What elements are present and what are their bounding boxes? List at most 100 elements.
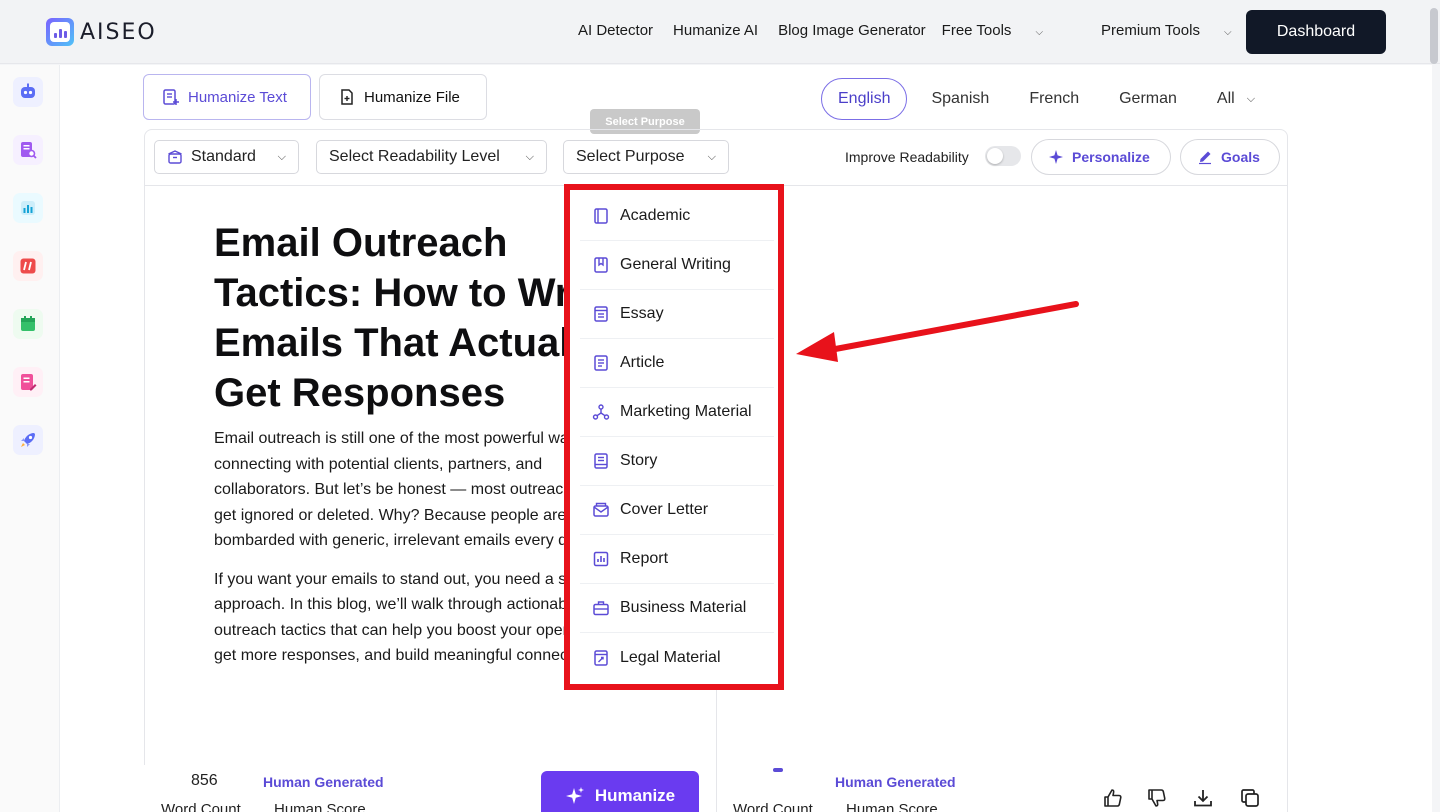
lang-english[interactable]: English: [821, 78, 908, 120]
readability-select-label: Select Readability Level: [329, 148, 500, 165]
tab-humanize-text-label: Humanize Text: [188, 88, 287, 106]
purpose-option-label: Report: [620, 550, 669, 567]
purpose-option-label: Legal Material: [620, 648, 721, 666]
chevron-down-icon: ⌵: [1035, 27, 1044, 38]
tab-humanize-file[interactable]: Humanize File: [319, 74, 487, 120]
slash-tool-icon[interactable]: [13, 251, 43, 281]
legal-doc-icon: [592, 649, 610, 667]
lang-all-dropdown[interactable]: All ⌵: [1201, 78, 1271, 120]
humanize-button[interactable]: Humanize: [541, 771, 699, 812]
logo-text: AISEO: [80, 19, 157, 45]
dashboard-button[interactable]: Dashboard: [1246, 10, 1386, 54]
chevron-down-icon: ⌵: [1246, 92, 1256, 105]
download-icon[interactable]: [1190, 785, 1216, 811]
doc-search-icon[interactable]: [13, 135, 43, 165]
human-score-caption: Human Score: [274, 801, 366, 812]
calendar-icon[interactable]: [13, 309, 43, 339]
purpose-option-general-writing[interactable]: General Writing: [580, 241, 774, 290]
purpose-option-academic[interactable]: Academic: [580, 192, 774, 241]
text-edit-icon: [163, 89, 179, 105]
goals-button[interactable]: Goals: [1180, 139, 1280, 175]
package-icon: [168, 150, 182, 164]
chevron-down-icon: ⌵: [707, 150, 716, 163]
chevron-down-icon: ⌵: [277, 150, 286, 163]
purpose-option-label: Article: [620, 354, 665, 371]
purpose-option-report[interactable]: Report: [580, 535, 774, 584]
human-score-value: Human Generated: [263, 774, 384, 790]
thumbs-up-icon[interactable]: [1100, 785, 1126, 811]
tab-humanize-file-label: Humanize File: [364, 88, 460, 106]
purpose-option-story[interactable]: Story: [580, 437, 774, 486]
output-word-count-caption: Word Count: [733, 801, 813, 812]
file-add-icon: [341, 89, 353, 105]
improve-readability-label: Improve Readability: [845, 149, 969, 165]
edit-doc-icon[interactable]: [13, 367, 43, 397]
book-icon: [592, 207, 610, 225]
lang-french[interactable]: French: [1013, 78, 1095, 120]
robot-icon[interactable]: [13, 77, 43, 107]
purpose-dropdown: Academic General Writing Essay Article M…: [564, 184, 784, 690]
nav-blog-image-generator[interactable]: Blog Image Generator: [778, 22, 926, 39]
pen-icon: [1199, 151, 1211, 165]
network-icon: [592, 403, 610, 421]
output-human-score-value: Human Generated: [835, 774, 956, 790]
purpose-option-essay[interactable]: Essay: [580, 290, 774, 339]
word-count-caption: Word Count: [161, 801, 241, 812]
copy-icon[interactable]: [1237, 785, 1263, 811]
word-count-value: 856: [191, 772, 218, 789]
humanize-label: Humanize: [594, 786, 676, 805]
nav-free-tools[interactable]: Free Tools ⌵: [942, 22, 1063, 39]
sparkle-icon: [1049, 150, 1063, 164]
nav-free-tools-label: Free Tools: [941, 22, 1012, 39]
tab-humanize-text[interactable]: Humanize Text: [143, 74, 311, 120]
analytics-icon[interactable]: [13, 193, 43, 223]
progress-indicator: [773, 768, 783, 772]
nav-ai-detector[interactable]: AI Detector: [578, 22, 653, 39]
purpose-option-cover-letter[interactable]: Cover Letter: [580, 486, 774, 535]
nav-links: AI Detector Humanize AI Blog Image Gener…: [578, 22, 1272, 39]
story-icon: [592, 452, 610, 470]
purpose-select-label: Select Purpose: [576, 148, 685, 165]
purpose-option-label: Cover Letter: [620, 501, 709, 518]
briefcase-icon: [592, 599, 610, 617]
document-icon: [592, 354, 610, 372]
lang-spanish[interactable]: Spanish: [915, 78, 1005, 120]
rocket-icon[interactable]: [13, 425, 43, 455]
nav-humanize-ai[interactable]: Humanize AI: [673, 22, 758, 39]
purpose-option-label: Marketing Material: [620, 403, 752, 420]
purpose-select[interactable]: Select Purpose ⌵: [563, 140, 729, 174]
logo[interactable]: AISEO: [46, 18, 157, 46]
annotation-arrow: [796, 301, 1079, 362]
purpose-option-business-material[interactable]: Business Material: [580, 584, 774, 633]
thumbs-down-icon[interactable]: [1144, 785, 1170, 811]
personalize-button[interactable]: Personalize: [1031, 139, 1171, 175]
personalize-label: Personalize: [1072, 149, 1150, 165]
nav-premium-tools-label: Premium Tools: [1101, 22, 1200, 39]
purpose-option-marketing-material[interactable]: Marketing Material: [580, 388, 774, 437]
language-selector: English Spanish French German All ⌵: [821, 78, 1279, 120]
essay-icon: [592, 305, 610, 323]
chevron-down-icon: ⌵: [525, 150, 534, 163]
bookmark-icon: [592, 256, 610, 274]
purpose-option-label: Essay: [620, 305, 664, 322]
chart-report-icon: [592, 550, 610, 568]
page-scrollbar[interactable]: [1430, 8, 1438, 64]
purpose-option-label: Business Material: [620, 599, 747, 616]
output-editor[interactable]: [716, 185, 1288, 812]
goals-label: Goals: [1221, 149, 1260, 165]
nav-premium-tools[interactable]: Premium Tools ⌵: [1101, 22, 1252, 39]
sparkle-icon: [565, 787, 584, 804]
purpose-option-label: General Writing: [620, 256, 731, 273]
purpose-option-label: Story: [620, 452, 658, 469]
mode-select[interactable]: Standard ⌵: [154, 140, 299, 174]
improve-readability-toggle[interactable]: [985, 146, 1021, 166]
purpose-option-article[interactable]: Article: [580, 339, 774, 388]
chevron-down-icon: ⌵: [1223, 27, 1232, 38]
lang-all-label: All: [1216, 90, 1235, 107]
logo-icon: [46, 18, 74, 46]
readability-select[interactable]: Select Readability Level ⌵: [316, 140, 547, 174]
lang-german[interactable]: German: [1103, 78, 1193, 120]
purpose-option-legal-material[interactable]: Legal Material: [580, 633, 774, 682]
left-sidebar: [0, 65, 60, 812]
purpose-option-label: Academic: [620, 207, 691, 224]
